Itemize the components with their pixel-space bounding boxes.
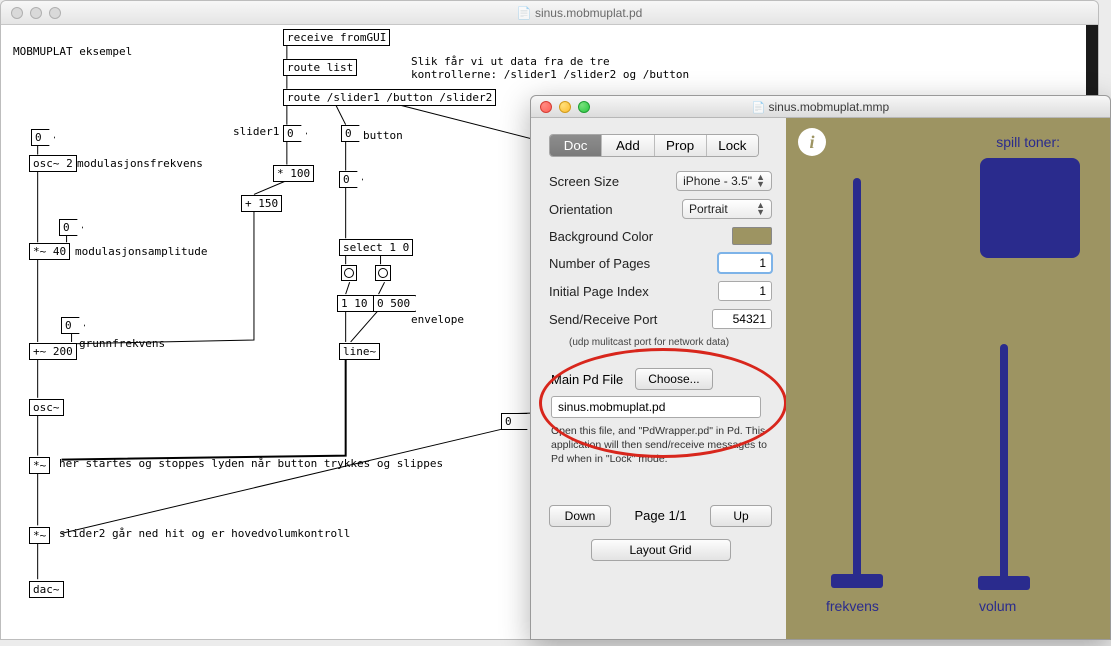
obj-times-100[interactable]: * 100 xyxy=(273,165,314,182)
label-modfreq: modulasjonsfrekvens xyxy=(77,157,203,170)
editor-tabs[interactable]: Doc Add Prop Lock xyxy=(549,134,759,157)
nbx-button-top[interactable]: 0 xyxy=(341,125,365,142)
msg-1-10[interactable]: 1 10 xyxy=(337,295,374,312)
info-icon[interactable]: i xyxy=(798,128,826,156)
obj-osc2[interactable]: osc~ 2 xyxy=(29,155,77,172)
pd-titlebar[interactable]: sinus.mobmuplat.pd xyxy=(1,1,1098,25)
pd-close[interactable] xyxy=(11,7,23,19)
updown-icon: ▲▼ xyxy=(756,202,765,216)
label-button: button xyxy=(363,129,403,142)
msg-0-500[interactable]: 0 500 xyxy=(373,295,416,312)
pd-window-title: sinus.mobmuplat.pd xyxy=(61,6,1098,20)
bang-off[interactable] xyxy=(375,265,391,281)
nbx-modfreq[interactable]: 0 xyxy=(31,129,55,146)
obj-times40[interactable]: *~ 40 xyxy=(29,243,70,260)
tab-lock[interactable]: Lock xyxy=(707,135,758,156)
layout-grid-button[interactable]: Layout Grid xyxy=(591,539,731,561)
editor-titlebar[interactable]: sinus.mobmuplat.mmp xyxy=(531,96,1110,118)
nbx-modamp[interactable]: 0 xyxy=(59,219,83,236)
pd-minimize[interactable] xyxy=(30,7,42,19)
port-label: Send/Receive Port xyxy=(549,312,712,327)
orientation-label: Orientation xyxy=(549,202,682,217)
button-pad[interactable] xyxy=(980,158,1080,258)
nbx-button-mid[interactable]: 0 xyxy=(339,171,363,188)
obj-route-sliders[interactable]: route /slider1 /button /slider2 xyxy=(283,89,496,106)
obj-osc[interactable]: osc~ xyxy=(29,399,64,416)
label-slider1: slider1 xyxy=(233,125,279,138)
device-preview[interactable]: i spill toner: frekvens volum xyxy=(786,118,1110,639)
comment-line-1: Slik får vi ut data fra de tre xyxy=(411,55,610,68)
canvas-heading: MOBMUPLAT eksempel xyxy=(13,45,132,58)
page-down-button[interactable]: Down xyxy=(549,505,611,527)
numpages-field[interactable] xyxy=(718,253,772,273)
port-hint: (udp mulitcast port for network data) xyxy=(569,337,772,348)
nbx-volume[interactable]: 0 xyxy=(501,413,533,430)
orientation-select[interactable]: Portrait ▲▼ xyxy=(682,199,772,219)
obj-receive[interactable]: receive fromGUI xyxy=(283,29,390,46)
obj-plus200[interactable]: +~ 200 xyxy=(29,343,77,360)
port-field[interactable] xyxy=(712,309,772,329)
obj-select[interactable]: select 1 0 xyxy=(339,239,413,256)
pdfile-field[interactable] xyxy=(551,396,761,418)
mainpd-explain: Open this file, and "PdWrapper.pd" in Pd… xyxy=(551,424,770,467)
config-pane: Doc Add Prop Lock Screen Size iPhone - 3… xyxy=(531,118,786,639)
choose-button[interactable]: Choose... xyxy=(635,368,712,390)
initpage-label: Initial Page Index xyxy=(549,284,718,299)
orientation-value: Portrait xyxy=(689,202,728,216)
obj-plus-150[interactable]: + 150 xyxy=(241,195,282,212)
label-envelope: envelope xyxy=(411,313,464,326)
device-title: spill toner: xyxy=(996,134,1060,150)
obj-dac[interactable]: dac~ xyxy=(29,581,64,598)
obj-route-list[interactable]: route list xyxy=(283,59,357,76)
pd-traffic-lights[interactable] xyxy=(11,7,61,19)
screen-size-value: iPhone - 3.5" xyxy=(683,174,752,188)
initpage-field[interactable] xyxy=(718,281,772,301)
screen-size-label: Screen Size xyxy=(549,174,676,189)
label-volum: volum xyxy=(979,598,1016,614)
tab-prop[interactable]: Prop xyxy=(655,135,707,156)
obj-mul2[interactable]: *~ xyxy=(29,527,50,544)
obj-line[interactable]: line~ xyxy=(339,343,380,360)
page-up-button[interactable]: Up xyxy=(710,505,772,527)
label-grunn: grunnfrekvens xyxy=(79,337,165,350)
label-modamp: modulasjonsamplitude xyxy=(75,245,207,258)
tab-add[interactable]: Add xyxy=(602,135,654,156)
tab-doc[interactable]: Doc xyxy=(550,135,602,156)
screen-size-select[interactable]: iPhone - 3.5" ▲▼ xyxy=(676,171,772,191)
pd-zoom[interactable] xyxy=(49,7,61,19)
page-indicator: Page 1/1 xyxy=(619,508,702,523)
nbx-grunn[interactable]: 0 xyxy=(61,317,85,334)
bang-on[interactable] xyxy=(341,265,357,281)
bgcolor-swatch[interactable] xyxy=(732,227,772,245)
updown-icon: ▲▼ xyxy=(756,174,765,188)
slider-volum[interactable] xyxy=(981,344,1027,598)
editor-window-title: sinus.mobmuplat.mmp xyxy=(531,100,1110,114)
mainpd-label: Main Pd File xyxy=(551,372,623,387)
pager: Down Page 1/1 Up xyxy=(549,505,772,527)
slider-frekvens[interactable] xyxy=(834,178,880,598)
main-pd-section: Main Pd File Choose... Open this file, a… xyxy=(549,362,772,477)
bgcolor-label: Background Color xyxy=(549,229,732,244)
label-frekvens: frekvens xyxy=(826,598,879,614)
comment-start: her startes og stoppes lyden når button … xyxy=(59,457,443,470)
editor-window: sinus.mobmuplat.mmp Doc Add Prop Lock Sc… xyxy=(530,95,1111,640)
obj-mul1[interactable]: *~ xyxy=(29,457,50,474)
numpages-label: Number of Pages xyxy=(549,256,718,271)
comment-line-2: kontrollerne: /slider1 /slider2 og /butt… xyxy=(411,68,689,81)
comment-vol: slider2 går ned hit og er hovedvolumkont… xyxy=(59,527,350,540)
nbx-slider1[interactable]: 0 xyxy=(283,125,307,142)
